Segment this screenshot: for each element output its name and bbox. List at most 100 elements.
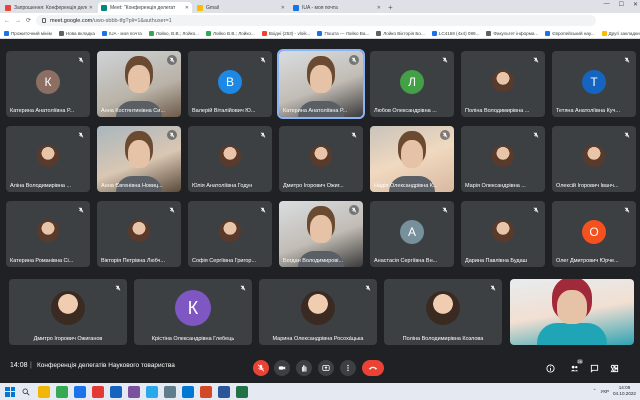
bookmark-label: Вхідні (253) - vloik...: [268, 30, 311, 36]
bookmark-item[interactable]: Прожиточний мінім: [4, 30, 52, 36]
participant-tile[interactable]: Надія Олександрівна К...: [370, 126, 454, 192]
chevron-up-icon[interactable]: ⌃: [593, 388, 597, 394]
opera-icon[interactable]: [92, 385, 104, 398]
participant-photo: [51, 291, 85, 326]
close-tab-icon[interactable]: ✕: [377, 5, 381, 11]
participant-tile[interactable]: Поліна Володимирівна Козлова: [384, 279, 502, 345]
participant-tile[interactable]: Анна Євгенівна Новиц...: [97, 126, 181, 192]
participant-tile[interactable]: Поліна Володимирівна ...: [461, 51, 545, 117]
url-input[interactable]: meet.google.com/uwo-sbbb-tfg?pli=1&authu…: [36, 15, 597, 26]
participant-tile[interactable]: К Катерина Анатоліївна Р...: [6, 51, 90, 117]
present-button[interactable]: [318, 360, 334, 376]
participant-tile[interactable]: В Валерій Віталійович Ю...: [188, 51, 272, 117]
participant-tile[interactable]: Дмитро Ігорович Ожиг...: [279, 126, 363, 192]
mic-off-icon: [440, 205, 450, 215]
camera-toggle-button[interactable]: [274, 360, 290, 376]
bookmark-item[interactable]: Вхідні (253) - vloik...: [261, 30, 311, 36]
participant-tile[interactable]: О Олег Дмитрович Юрче...: [552, 201, 636, 267]
people-button[interactable]: 26: [568, 359, 583, 374]
participant-tile[interactable]: Л Любов Олександрівна ...: [370, 51, 454, 117]
file-explorer-icon[interactable]: [38, 385, 50, 398]
browser-tab[interactable]: Meet: "Конференція делегат ✕: [98, 2, 192, 13]
bookmark-item[interactable]: Пошта — Лойко Ва...: [317, 30, 369, 36]
mic-off-icon: [488, 283, 498, 293]
powerpoint-icon[interactable]: [200, 385, 212, 398]
participant-tile[interactable]: Дарина Павлівна Будаш: [461, 201, 545, 267]
participant-tile[interactable]: Катерина Романівна Сі...: [6, 201, 90, 267]
bookmark-label: Лойко Вікторія Бо...: [383, 30, 425, 36]
minimize-button[interactable]: —: [604, 1, 610, 8]
participant-tile[interactable]: Катерина Анатоліївна Р...: [277, 49, 365, 119]
participant-name: Крістіна Олександрівна Глебець: [151, 336, 235, 342]
bookmark-item[interactable]: LC4168 (4x4) 089...: [431, 30, 479, 36]
outlook-icon[interactable]: [182, 385, 194, 398]
bookmark-item[interactable]: Лойко Вікторія Бо...: [376, 30, 425, 36]
bookmark-item[interactable]: Європейський нау...: [545, 30, 595, 36]
maximize-button[interactable]: ☐: [619, 1, 624, 8]
activities-button[interactable]: [608, 362, 620, 374]
browser-tab[interactable]: IUA - моя почта ✕: [290, 2, 384, 13]
bookmark-item[interactable]: Лойко, В.В.; Лойко...: [148, 30, 199, 36]
participant-photo: [492, 69, 514, 92]
close-tab-icon[interactable]: ✕: [185, 5, 189, 11]
close-tab-icon[interactable]: ✕: [281, 5, 285, 11]
participant-tile[interactable]: Софія Сергіївна Григор...: [188, 201, 272, 267]
participant-photo: [219, 219, 241, 242]
reload-button[interactable]: ⟳: [26, 17, 31, 24]
forward-button[interactable]: →: [15, 18, 21, 24]
raise-hand-button[interactable]: [296, 360, 312, 376]
more-options-button[interactable]: [340, 360, 356, 376]
bookmark-item[interactable]: Другі закладки: [601, 30, 640, 36]
keyboard-language[interactable]: УКР: [601, 389, 609, 394]
browser-tab[interactable]: Gmail ✕: [194, 2, 288, 13]
bookmark-item[interactable]: Нова вкладка: [58, 30, 95, 36]
excel-icon[interactable]: [236, 385, 248, 398]
participant-tile[interactable]: Марія Олександрівна ...: [461, 126, 545, 192]
participant-tile[interactable]: Дмитро Ігорович Ожиганов: [9, 279, 127, 345]
participant-tile[interactable]: [510, 279, 634, 345]
mail-icon[interactable]: [110, 385, 122, 398]
windows-taskbar: ⌃ УКР 14:08 04.10.2022: [0, 383, 640, 400]
back-button[interactable]: ←: [4, 18, 10, 24]
mic-toggle-button[interactable]: [253, 360, 269, 376]
calculator-icon[interactable]: [164, 385, 176, 398]
participant-tile[interactable]: Марина Олександрівна Росоха́цька: [259, 279, 377, 345]
mic-off-icon: [258, 205, 268, 215]
participant-tile[interactable]: А Анастасія Сергіївна Вн...: [370, 201, 454, 267]
bookmark-item[interactable]: Лойко В.В.; Лойко...: [205, 30, 255, 36]
start-button[interactable]: [4, 386, 16, 398]
chat-button[interactable]: [588, 362, 600, 374]
leave-call-button[interactable]: [362, 360, 384, 376]
bookmark-favicon-icon: [148, 30, 154, 36]
participant-name: Катерина Романівна Сі...: [10, 258, 74, 264]
participant-tile[interactable]: Олексій Ігорович Іванч...: [552, 126, 636, 192]
word-icon[interactable]: [218, 385, 230, 398]
participant-video-face: [310, 64, 332, 93]
taskbar-clock[interactable]: 14:08 04.10.2022: [613, 385, 636, 397]
mic-off-icon: [440, 55, 450, 65]
close-window-button[interactable]: ✕: [633, 1, 638, 8]
info-button[interactable]: [544, 362, 556, 374]
taskbar-search-button[interactable]: [20, 386, 32, 398]
bookmark-item[interactable]: IUA - моя почта: [101, 30, 142, 36]
telegram-icon[interactable]: [146, 385, 158, 398]
hand-icon: [301, 365, 307, 372]
mic-off-icon: [258, 130, 268, 140]
new-tab-button[interactable]: +: [388, 2, 393, 13]
participant-tile[interactable]: Богдан Володимирові...: [279, 201, 363, 267]
chrome-icon[interactable]: [56, 385, 68, 398]
participant-tile[interactable]: Вікторія Петрівна Любч...: [97, 201, 181, 267]
bookmark-item[interactable]: Факультет інформа...: [486, 30, 538, 36]
participant-tile[interactable]: Т Тетяна Анатоліївна Куч...: [552, 51, 636, 117]
participant-tile[interactable]: Аліна Володимирівна ...: [6, 126, 90, 192]
close-tab-icon[interactable]: ✕: [89, 5, 93, 11]
edge-icon[interactable]: [74, 385, 86, 398]
mic-off-icon: [531, 55, 541, 65]
participant-tile[interactable]: Юлія Анатоліївна Годун: [188, 126, 272, 192]
browser-tab[interactable]: Запрошення: Конференція делега ✕: [2, 2, 96, 13]
shapes-icon: [610, 364, 618, 372]
participant-tile[interactable]: К Крістіна Олександрівна Глебець: [134, 279, 252, 345]
viber-icon[interactable]: [128, 385, 140, 398]
bookmark-label: Європейський нау...: [552, 30, 595, 36]
participant-tile[interactable]: Анна Костянтинівна Си...: [97, 51, 181, 117]
